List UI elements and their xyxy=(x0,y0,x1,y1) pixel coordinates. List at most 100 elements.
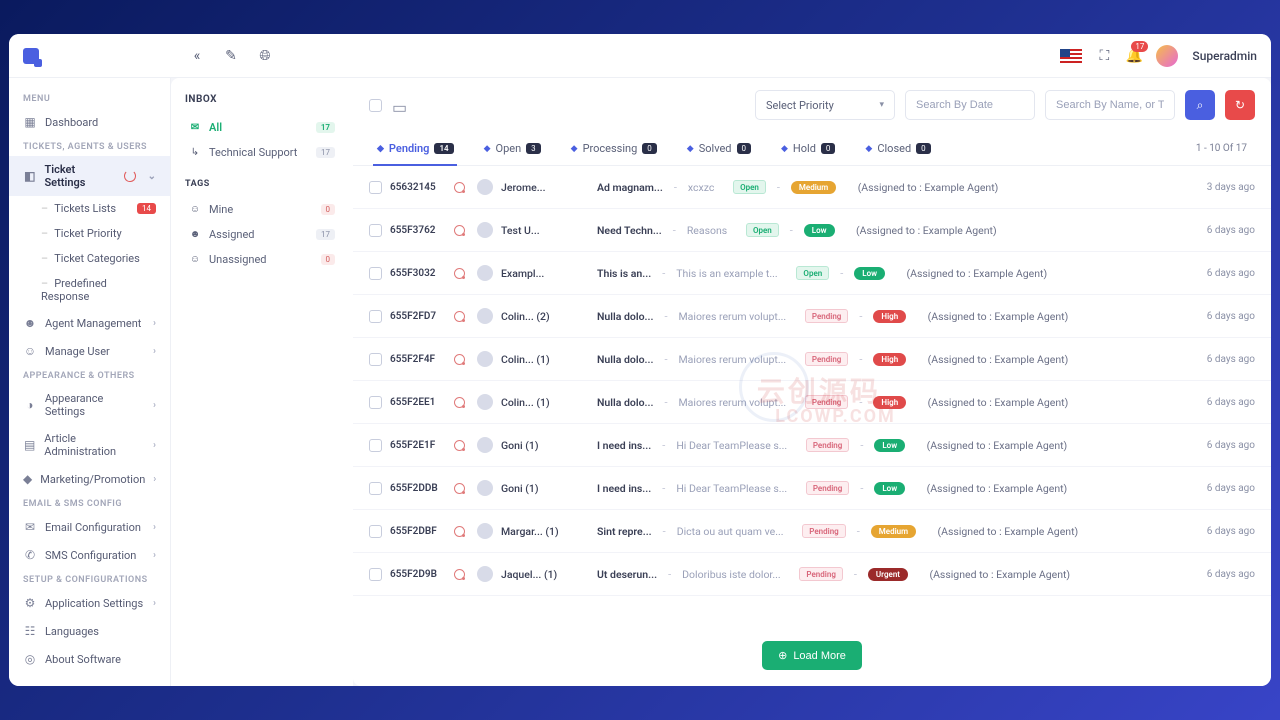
ticket-subject: Ut deserun... xyxy=(597,568,657,581)
archive-icon[interactable]: ▭ xyxy=(392,98,406,112)
ticket-preview: Doloribus iste dolor... xyxy=(682,568,781,581)
ticket-preview: Hi Dear TeamPlease s... xyxy=(676,482,787,495)
row-checkbox[interactable] xyxy=(369,439,382,452)
tag-assigned[interactable]: ☻Assigned17 xyxy=(185,222,339,247)
ticket-row[interactable]: 655F3762Test U...Need Techn...-Reasons O… xyxy=(353,209,1271,252)
tickets-lists-badge: 14 xyxy=(137,203,156,214)
assigned-label: (Assigned to : Example Agent) xyxy=(907,267,1048,280)
tab-open[interactable]: ◆Open3 xyxy=(470,132,555,165)
nav-app-settings[interactable]: ⚙Application Settings› xyxy=(9,589,170,617)
nav-predefined-response[interactable]: Predefined Response xyxy=(37,271,170,309)
tag-icon[interactable]: ✎ xyxy=(223,48,239,64)
nav-languages[interactable]: ☷Languages xyxy=(9,617,170,645)
nav-agent-management[interactable]: ☻Agent Management› xyxy=(9,309,170,337)
row-checkbox[interactable] xyxy=(369,310,382,323)
ticket-user: Goni (1) xyxy=(501,439,563,452)
load-more-button[interactable]: ⊕Load More xyxy=(762,641,862,670)
flag-us-icon[interactable] xyxy=(1060,49,1082,63)
ticket-user: Jaquel... (1) xyxy=(501,568,563,581)
ticket-row[interactable]: 655F2FD7Colin... (2)Nulla dolo...-Maiore… xyxy=(353,295,1271,338)
ticket-preview: This is an example t... xyxy=(676,267,777,280)
nav-marketing[interactable]: ◆Marketing/Promotion› xyxy=(9,465,170,493)
inbox-tech-support[interactable]: ↳Technical Support17 xyxy=(185,140,339,165)
bell-icon[interactable]: 🔔17 xyxy=(1126,48,1142,64)
ticket-row[interactable]: 655F3032Exampl...This is an...-This is a… xyxy=(353,252,1271,295)
nav-article-admin[interactable]: ▤Article Administration› xyxy=(9,425,170,465)
search-button[interactable]: ⌕ xyxy=(1185,90,1215,120)
row-checkbox[interactable] xyxy=(369,482,382,495)
nav-ticket-settings[interactable]: ◧Ticket Settings⌄ xyxy=(9,156,170,196)
priority-pill: High xyxy=(873,353,906,366)
fullscreen-icon[interactable]: ⛶ xyxy=(1096,48,1112,64)
ticket-subject: This is an... xyxy=(597,267,651,280)
tag-mine[interactable]: ☺Mine0 xyxy=(185,197,339,222)
globe-icon[interactable]: 🌐︎ xyxy=(257,48,273,64)
search-name-input[interactable] xyxy=(1045,90,1175,120)
chevron-down-icon: ⌄ xyxy=(148,171,156,182)
tag-unassigned[interactable]: ☺Unassigned0 xyxy=(185,247,339,272)
avatar[interactable] xyxy=(1156,45,1178,67)
app-logo[interactable] xyxy=(23,48,39,64)
row-checkbox[interactable] xyxy=(369,181,382,194)
chevron-right-icon: › xyxy=(153,474,156,485)
ticket-row[interactable]: 655F2E1FGoni (1)I need ins...-Hi Dear Te… xyxy=(353,424,1271,467)
content-toolbar: ▭ Select Priority▾ ⌕ ↻ xyxy=(353,78,1271,132)
assigned-label: (Assigned to : Example Agent) xyxy=(929,568,1070,581)
ticket-row[interactable]: 655F2F4FColin... (1)Nulla dolo...-Maiore… xyxy=(353,338,1271,381)
ticket-preview: xcxzc xyxy=(688,181,714,194)
ticket-row[interactable]: 655F2DBFMargar... (1)Sint repre...-Dicta… xyxy=(353,510,1271,553)
nav-about-software[interactable]: ◎About Software xyxy=(9,645,170,673)
nav-email-config[interactable]: ✉Email Configuration› xyxy=(9,513,170,541)
tab-solved[interactable]: ◆Solved0 xyxy=(673,132,765,165)
ticket-row[interactable]: 655F2DDBGoni (1)I need ins...-Hi Dear Te… xyxy=(353,467,1271,510)
ticket-row[interactable]: 655F2EE1Colin... (1)Nulla dolo...-Maiore… xyxy=(353,381,1271,424)
ticket-subject: Nulla dolo... xyxy=(597,396,653,409)
search-date-input[interactable] xyxy=(905,90,1035,120)
priority-pill: High xyxy=(873,310,906,323)
row-checkbox[interactable] xyxy=(369,396,382,409)
nav-tickets-lists[interactable]: Tickets Lists14 xyxy=(37,196,170,221)
assigned-label: (Assigned to : Example Agent) xyxy=(938,525,1079,538)
ticket-subject: Nulla dolo... xyxy=(597,310,653,323)
tab-pending[interactable]: ◆Pending14 xyxy=(363,132,468,165)
user-avatar xyxy=(477,566,493,582)
priority-pill: Medium xyxy=(791,181,836,194)
nav-ticket-priority[interactable]: Ticket Priority xyxy=(37,221,170,246)
tab-closed[interactable]: ◆Closed0 xyxy=(851,132,944,165)
ticket-time: 6 days ago xyxy=(1207,354,1255,365)
row-checkbox[interactable] xyxy=(369,224,382,237)
tab-processing[interactable]: ◆Processing0 xyxy=(557,132,671,165)
select-all-checkbox[interactable] xyxy=(369,99,382,112)
status-pill: Pending xyxy=(802,524,845,538)
status-pill: Open xyxy=(746,223,779,237)
plus-circle-icon: ⊕ xyxy=(778,649,787,662)
row-checkbox[interactable] xyxy=(369,267,382,280)
ticket-subject: I need ins... xyxy=(597,482,651,495)
status-dot-icon xyxy=(454,225,465,236)
sb-section-appearance: APPEARANCE & OTHERS xyxy=(9,365,170,385)
inbox-all[interactable]: ✉All17 xyxy=(185,115,339,140)
ticket-row[interactable]: 65632145Jerome...Ad magnam...-xcxzc Open… xyxy=(353,166,1271,209)
ticket-content: 云创源码 LCOWP.COM ▭ Select Priority▾ ⌕ ↻ ◆P… xyxy=(353,78,1271,686)
ticket-id: 655F2E1F xyxy=(390,440,446,451)
refresh-button[interactable]: ↻ xyxy=(1225,90,1255,120)
priority-pill: Low xyxy=(874,482,905,495)
status-dot-icon xyxy=(454,397,465,408)
username[interactable]: Superadmin xyxy=(1192,49,1257,63)
languages-icon: ☷ xyxy=(23,624,37,638)
nav-manage-user[interactable]: ☺Manage User› xyxy=(9,337,170,365)
row-checkbox[interactable] xyxy=(369,525,382,538)
ticket-id: 655F2EE1 xyxy=(390,397,446,408)
tag-mine-count: 0 xyxy=(321,204,336,215)
nav-ticket-categories[interactable]: Ticket Categories xyxy=(37,246,170,271)
nav-appearance-settings[interactable]: ◑Appearance Settings› xyxy=(9,385,170,425)
nav-dashboard[interactable]: ▦Dashboard xyxy=(9,108,170,136)
row-checkbox[interactable] xyxy=(369,353,382,366)
collapse-icon[interactable]: « xyxy=(189,48,205,64)
tab-hold[interactable]: ◆Hold0 xyxy=(767,132,849,165)
row-checkbox[interactable] xyxy=(369,568,382,581)
inbox-title: INBOX xyxy=(185,94,339,105)
nav-sms-config[interactable]: ✆SMS Configuration› xyxy=(9,541,170,569)
ticket-row[interactable]: 655F2D9BJaquel... (1)Ut deserun...-Dolor… xyxy=(353,553,1271,596)
select-priority-dropdown[interactable]: Select Priority▾ xyxy=(755,90,895,120)
